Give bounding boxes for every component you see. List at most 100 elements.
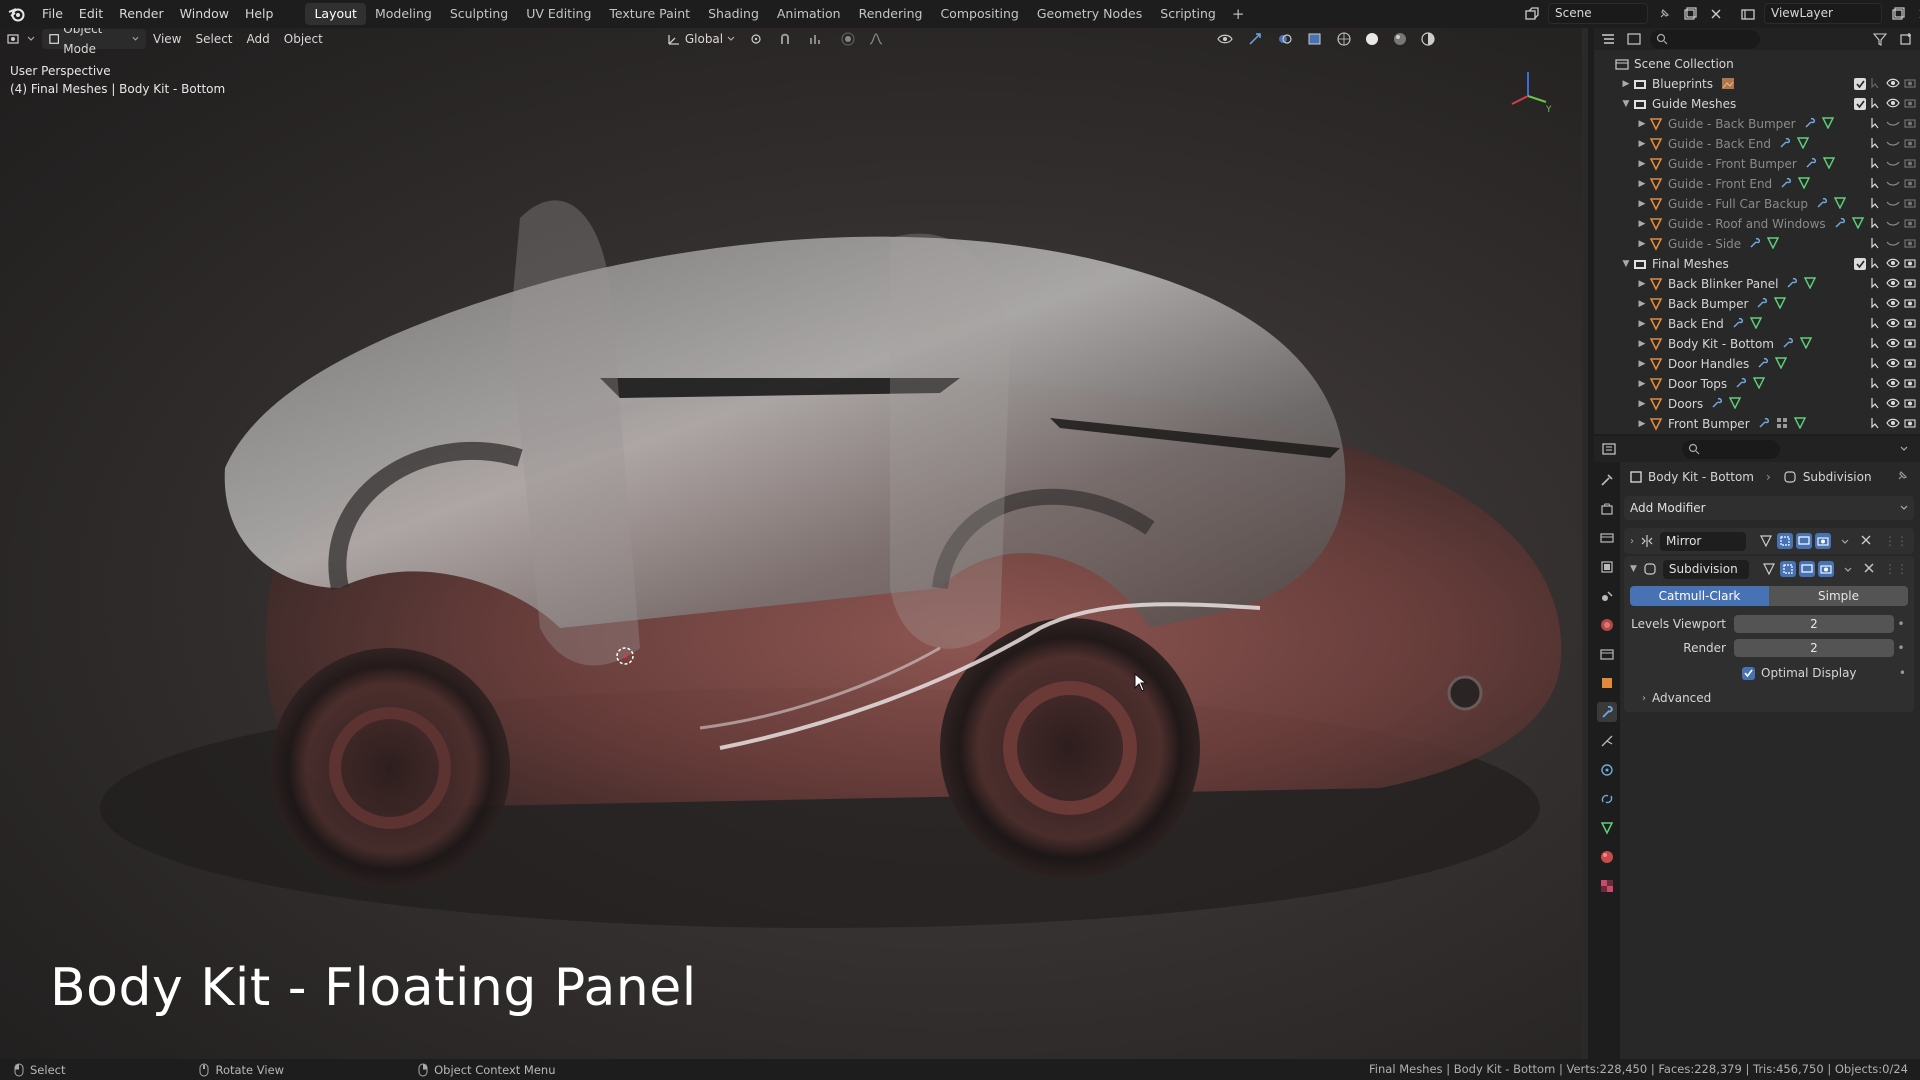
tab-world-icon[interactable]	[1597, 615, 1617, 635]
gizmo-toggle-icon[interactable]	[1240, 29, 1270, 49]
falloff-icon[interactable]	[862, 29, 890, 49]
tab-texture-icon[interactable]	[1597, 876, 1617, 896]
mirror-modifier-header[interactable]: › Mirror ⋮⋮	[1624, 528, 1914, 554]
pin-icon[interactable]	[1896, 470, 1908, 485]
select-arrow-icon[interactable]	[1870, 377, 1882, 392]
select-arrow-icon[interactable]	[1870, 417, 1882, 432]
modifier-wrench-icon[interactable]	[1834, 217, 1846, 232]
expand-arrow-icon[interactable]: ▶	[1636, 279, 1648, 289]
select-arrow-icon[interactable]	[1870, 337, 1882, 352]
viewport-region-edge[interactable]	[1582, 28, 1588, 1059]
menu-view[interactable]: View	[146, 29, 188, 49]
properties-editor-type-icon[interactable]	[1600, 439, 1620, 459]
catmull-clark-button[interactable]: Catmull-Clark	[1630, 586, 1769, 606]
drag-handle-icon[interactable]: ⋮⋮	[1884, 562, 1908, 576]
viewport-toggle-icon[interactable]	[1798, 561, 1815, 577]
tab-constraints-icon[interactable]	[1597, 789, 1617, 809]
expand-arrow-icon[interactable]: ›	[1630, 536, 1634, 547]
drag-handle-icon[interactable]: ⋮⋮	[1884, 534, 1908, 548]
expand-arrow-icon[interactable]: ▶	[1636, 299, 1648, 309]
mesh-data-icon[interactable]	[1753, 376, 1766, 392]
display-mode-icon[interactable]	[1624, 29, 1644, 49]
pivot-point-icon[interactable]	[742, 29, 772, 49]
blender-logo-icon[interactable]	[0, 0, 34, 28]
render-toggle-icon[interactable]	[1815, 533, 1831, 549]
eye-closed-icon[interactable]	[1886, 197, 1900, 212]
outliner-editor-type-icon[interactable]	[1598, 29, 1618, 49]
eye-icon[interactable]	[1886, 317, 1900, 332]
render-camera-icon[interactable]	[1904, 77, 1916, 92]
chevron-down-icon[interactable]	[1841, 534, 1849, 548]
menu-add[interactable]: Add	[240, 29, 277, 49]
modifier-wrench-icon[interactable]	[1732, 317, 1744, 332]
outliner-object-row[interactable]: ▶ Back Bumper	[1594, 294, 1920, 314]
render-camera-icon[interactable]	[1904, 137, 1916, 152]
outliner-collection-blueprints[interactable]: ▶ Blueprints	[1594, 74, 1920, 94]
tab-uv-editing[interactable]: UV Editing	[517, 3, 600, 25]
outliner-object-row[interactable]: ▶ Door Handles	[1594, 354, 1920, 374]
select-arrow-icon[interactable]	[1870, 397, 1882, 412]
expand-arrow-icon[interactable]: ▶	[1636, 399, 1648, 409]
outliner-object-row[interactable]: ▶ Guide - Front End	[1594, 174, 1920, 194]
render-camera-icon[interactable]	[1904, 397, 1916, 412]
tab-layout[interactable]: Layout	[305, 3, 366, 25]
delete-view-layer-icon[interactable]	[1914, 4, 1920, 24]
mesh-data-icon[interactable]	[1851, 216, 1864, 232]
close-icon[interactable]	[1864, 562, 1874, 576]
mesh-data-icon[interactable]	[1767, 236, 1780, 252]
select-arrow-icon[interactable]	[1870, 297, 1882, 312]
modifier-wrench-icon[interactable]	[1805, 157, 1817, 172]
modifier-wrench-icon[interactable]	[1816, 197, 1828, 212]
eye-icon[interactable]	[1886, 397, 1900, 412]
menu-edit[interactable]: Edit	[71, 0, 111, 28]
modifier-wrench-icon[interactable]	[1804, 117, 1816, 132]
mesh-data-icon[interactable]	[1799, 336, 1813, 352]
tab-tool-icon[interactable]	[1597, 470, 1617, 490]
properties-search-input[interactable]	[1682, 439, 1780, 459]
expand-arrow-icon[interactable]: ▶	[1636, 379, 1648, 389]
edit-mode-toggle-icon[interactable]	[1761, 561, 1777, 577]
new-collection-icon[interactable]	[1896, 29, 1916, 49]
delete-scene-icon[interactable]	[1706, 4, 1726, 24]
tab-collection-icon[interactable]	[1597, 644, 1617, 664]
modifier-wrench-icon[interactable]	[1780, 177, 1792, 192]
advanced-subpanel-header[interactable]: › Advanced	[1624, 690, 1914, 712]
expand-arrow-icon[interactable]: ▶	[1620, 79, 1632, 89]
tab-object-icon[interactable]	[1597, 673, 1617, 693]
expand-arrow-icon[interactable]: ›	[1642, 693, 1646, 704]
modifier-wrench-icon[interactable]	[1782, 337, 1794, 352]
select-arrow-icon[interactable]	[1870, 257, 1882, 272]
outliner-object-row[interactable]: ▶ Back Blinker Panel	[1594, 274, 1920, 294]
view-layer-icon[interactable]	[1738, 4, 1758, 24]
tab-modeling[interactable]: Modeling	[366, 3, 441, 25]
cage-toggle-icon[interactable]	[1777, 533, 1793, 549]
select-arrow-icon[interactable]	[1870, 237, 1882, 252]
expand-arrow-icon[interactable]: ▶	[1636, 359, 1648, 369]
outliner-object-row[interactable]: ▶ Body Kit - Bottom	[1594, 334, 1920, 354]
tab-texture-paint[interactable]: Texture Paint	[600, 3, 699, 25]
menu-render[interactable]: Render	[111, 0, 172, 28]
collapse-arrow-icon[interactable]: ▼	[1620, 259, 1632, 269]
render-camera-icon[interactable]	[1904, 297, 1916, 312]
select-arrow-icon[interactable]	[1870, 117, 1882, 132]
outliner-search-input[interactable]	[1650, 29, 1760, 49]
render-camera-icon[interactable]	[1904, 177, 1916, 192]
chevron-down-icon[interactable]	[1844, 562, 1852, 576]
expand-arrow-icon[interactable]: ▶	[1636, 319, 1648, 329]
outliner-collection-guide-meshes[interactable]: ▼ Guide Meshes	[1594, 94, 1920, 114]
keyframe-dot-icon[interactable]: •	[1894, 617, 1908, 631]
expand-arrow-icon[interactable]: ▶	[1636, 199, 1648, 209]
render-camera-icon[interactable]	[1904, 117, 1916, 132]
select-arrow-icon[interactable]	[1870, 197, 1882, 212]
render-camera-icon[interactable]	[1904, 377, 1916, 392]
mesh-data-icon[interactable]	[1749, 316, 1762, 332]
mesh-data-icon[interactable]	[1798, 176, 1811, 192]
modifier-wrench-icon[interactable]	[1735, 377, 1747, 392]
tab-modifier-wrench-icon[interactable]	[1597, 702, 1617, 722]
mesh-data-icon[interactable]	[1793, 416, 1806, 432]
mesh-data-icon[interactable]	[1775, 356, 1788, 372]
eye-icon[interactable]	[1886, 377, 1900, 392]
scene-name-field[interactable]: Scene	[1548, 3, 1648, 24]
close-icon[interactable]	[1861, 534, 1871, 548]
render-camera-icon[interactable]	[1904, 317, 1916, 332]
